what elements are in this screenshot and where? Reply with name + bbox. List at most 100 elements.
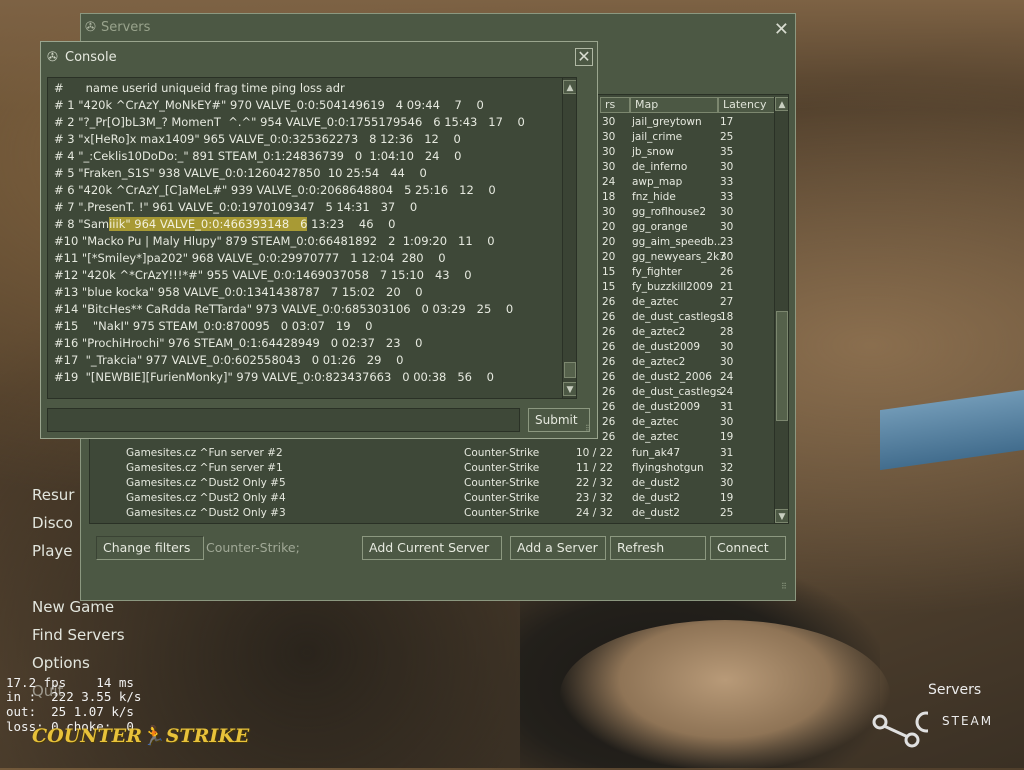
console-line: # 5 "Fraken_S1S" 938 VALVE_0:0:126042785… bbox=[54, 165, 427, 182]
table-row[interactable]: Gamesites.cz ^Dust2 Only #4 Counter-Strik… bbox=[90, 491, 774, 506]
cell-map: fnz_hide bbox=[632, 191, 676, 203]
menu-find-servers[interactable]: Find Servers bbox=[32, 626, 125, 644]
console-line: # 3 "x[HeRo]x max1409" 965 VALVE_0:0:325… bbox=[54, 131, 461, 148]
console-output[interactable]: # name userid uniqueid frag time ping lo… bbox=[47, 77, 577, 399]
cell-map: jb_snow bbox=[632, 146, 674, 158]
cell-players: 15 bbox=[602, 281, 616, 293]
console-line-text: #17 "_Trakcia" 977 VALVE_0:0:602558043 0… bbox=[54, 353, 404, 367]
console-line-text: #15 "NakI" 975 STEAM_0:0:870095 0 03:07 … bbox=[54, 319, 373, 333]
cell-game: Counter-Strike bbox=[464, 492, 540, 504]
cell-players: 24 bbox=[602, 176, 616, 188]
cell-game: Counter-Strike bbox=[464, 507, 540, 519]
console-line-text: # 7 ".PresenT. !" 961 VALVE_0:0:19701093… bbox=[54, 200, 418, 214]
cell-map: gg_roflhouse2 bbox=[632, 206, 707, 218]
console-line-text: # 8 "Sam bbox=[54, 217, 110, 231]
console-line-text: # 1 "420k ^CrAzY_MoNkEY#" 970 VALVE_0:0:… bbox=[54, 98, 484, 112]
resize-grip-icon[interactable]: ⠿ bbox=[585, 425, 595, 436]
logo-word-strike: STRIKE bbox=[165, 725, 250, 747]
cell-map: de_dust2009 bbox=[632, 401, 701, 413]
console-line: #11 "[*Smiley*]pa202" 968 VALVE_0:0:2997… bbox=[54, 250, 446, 267]
cell-map: jail_crime bbox=[632, 131, 683, 143]
cell-map: fy_fighter bbox=[632, 266, 682, 278]
console-line-text: # name userid uniqueid frag time ping lo… bbox=[54, 81, 345, 95]
net-graph-out: out: 25 1.07 k/s bbox=[6, 704, 134, 719]
servers-shortcut[interactable]: Servers bbox=[928, 682, 981, 698]
cell-players: 26 bbox=[602, 341, 616, 353]
steam-icon: ✇ bbox=[85, 20, 96, 35]
cell-latency: 33 bbox=[720, 176, 734, 188]
logo-word-counter: COUNTER bbox=[32, 725, 143, 747]
table-row[interactable]: Gamesites.cz ^Fun server #2 Counter-Strik… bbox=[90, 446, 774, 461]
cell-latency: 25 bbox=[720, 131, 734, 143]
cell-players: 22 / 32 bbox=[576, 477, 613, 489]
scroll-up-icon[interactable]: ▲ bbox=[775, 97, 788, 111]
console-line: # 8 "Samiiik" 964 VALVE_0:0:466393148 6 … bbox=[54, 216, 395, 233]
cell-players: 18 bbox=[602, 191, 616, 203]
cell-players: 11 / 22 bbox=[576, 462, 613, 474]
cell-latency: 30 bbox=[720, 341, 734, 353]
console-line: #12 "420k ^*CrAzY!!!*#" 955 VALVE_0:0:14… bbox=[54, 267, 472, 284]
console-line: #10 "Macko Pu | Maly Hlupy" 879 STEAM_0:… bbox=[54, 233, 495, 250]
servers-close-button[interactable]: ✕ bbox=[774, 21, 789, 39]
cell-latency: 35 bbox=[720, 146, 734, 158]
cell-players: 26 bbox=[602, 326, 616, 338]
cell-players: 26 bbox=[602, 431, 616, 443]
column-map[interactable]: Map bbox=[630, 97, 718, 113]
scroll-up-icon[interactable]: ▲ bbox=[563, 80, 576, 94]
add-current-server-button[interactable]: Add Current Server bbox=[362, 536, 502, 560]
cell-latency: 30 bbox=[720, 161, 734, 173]
cell-game: Counter-Strike bbox=[464, 462, 540, 474]
table-row[interactable]: Gamesites.cz ^Dust2 Only #3 Counter-Strik… bbox=[90, 506, 774, 521]
cell-latency: 30 bbox=[720, 356, 734, 368]
cell-latency: 30 bbox=[720, 477, 734, 489]
scroll-thumb[interactable] bbox=[564, 362, 576, 378]
menu-player-list[interactable]: Playe bbox=[32, 542, 73, 560]
column-players[interactable]: rs bbox=[600, 97, 630, 113]
console-line: #19 "[NEWBIE][FurienMonky]" 979 VALVE_0:… bbox=[54, 369, 494, 386]
console-input[interactable] bbox=[47, 408, 520, 432]
console-line: # 2 "?_Pr[O]bL3M_? MomenT ^.^" 954 VALVE… bbox=[54, 114, 525, 131]
add-server-button[interactable]: Add a Server bbox=[510, 536, 606, 560]
cell-name: Gamesites.cz ^Dust2 Only #3 bbox=[126, 507, 286, 519]
connect-button[interactable]: Connect bbox=[710, 536, 786, 560]
cell-latency: 30 bbox=[720, 251, 734, 263]
table-row[interactable]: Gamesites.cz ^Dust2 Only #5 Counter-Strik… bbox=[90, 476, 774, 491]
cell-players: 26 bbox=[602, 371, 616, 383]
cell-name: Gamesites.cz ^Dust2 Only #4 bbox=[126, 492, 286, 504]
cell-players: 26 bbox=[602, 386, 616, 398]
cell-players: 30 bbox=[602, 146, 616, 158]
change-filters-button[interactable]: Change filters bbox=[96, 536, 204, 560]
console-close-button[interactable]: ✕ bbox=[575, 48, 593, 66]
cell-players: 20 bbox=[602, 221, 616, 233]
scroll-down-icon[interactable]: ▼ bbox=[563, 382, 576, 396]
server-list-scrollbar[interactable]: ▲ ▼ bbox=[774, 97, 788, 523]
cell-latency: 27 bbox=[720, 296, 734, 308]
console-window: ✇ Console ✕ # name userid uniqueid frag t… bbox=[40, 41, 598, 439]
menu-resume-game[interactable]: Resur bbox=[32, 486, 74, 504]
cell-latency: 21 bbox=[720, 281, 734, 293]
cell-map: gg_orange bbox=[632, 221, 688, 233]
filter-summary: Counter-Strike; bbox=[206, 540, 300, 555]
submit-button[interactable]: Submit bbox=[528, 408, 590, 432]
console-line: # 6 "420k ^CrAzY_[C]aMeL#" 939 VALVE_0:0… bbox=[54, 182, 496, 199]
cell-latency: 30 bbox=[720, 206, 734, 218]
table-row[interactable]: Gamesites.cz ^Fun server #1 Counter-Strik… bbox=[90, 461, 774, 476]
scroll-down-icon[interactable]: ▼ bbox=[775, 509, 788, 523]
console-scrollbar[interactable]: ▲ ▼ bbox=[562, 78, 576, 398]
menu-disconnect[interactable]: Disco bbox=[32, 514, 73, 532]
cell-players: 30 bbox=[602, 131, 616, 143]
menu-options[interactable]: Options bbox=[32, 654, 90, 672]
column-latency[interactable]: Latency bbox=[718, 97, 776, 113]
console-line-text: # 4 "_:Ceklis10DoDo:_" 891 STEAM_0:1:248… bbox=[54, 149, 462, 163]
refresh-button[interactable]: Refresh bbox=[610, 536, 706, 560]
console-line: #16 "ProchiHrochi" 976 STEAM_0:1:6442894… bbox=[54, 335, 422, 352]
cell-latency: 19 bbox=[720, 492, 734, 504]
cell-map: de_dust2_2006 bbox=[632, 371, 712, 383]
scroll-thumb[interactable] bbox=[776, 311, 788, 421]
console-line-text: # 5 "Fraken_S1S" 938 VALVE_0:0:126042785… bbox=[54, 166, 427, 180]
cell-players: 20 bbox=[602, 236, 616, 248]
cell-players: 26 bbox=[602, 416, 616, 428]
resize-grip-icon[interactable]: ⠿ bbox=[781, 583, 791, 594]
cell-latency: 30 bbox=[720, 416, 734, 428]
cell-players: 26 bbox=[602, 296, 616, 308]
